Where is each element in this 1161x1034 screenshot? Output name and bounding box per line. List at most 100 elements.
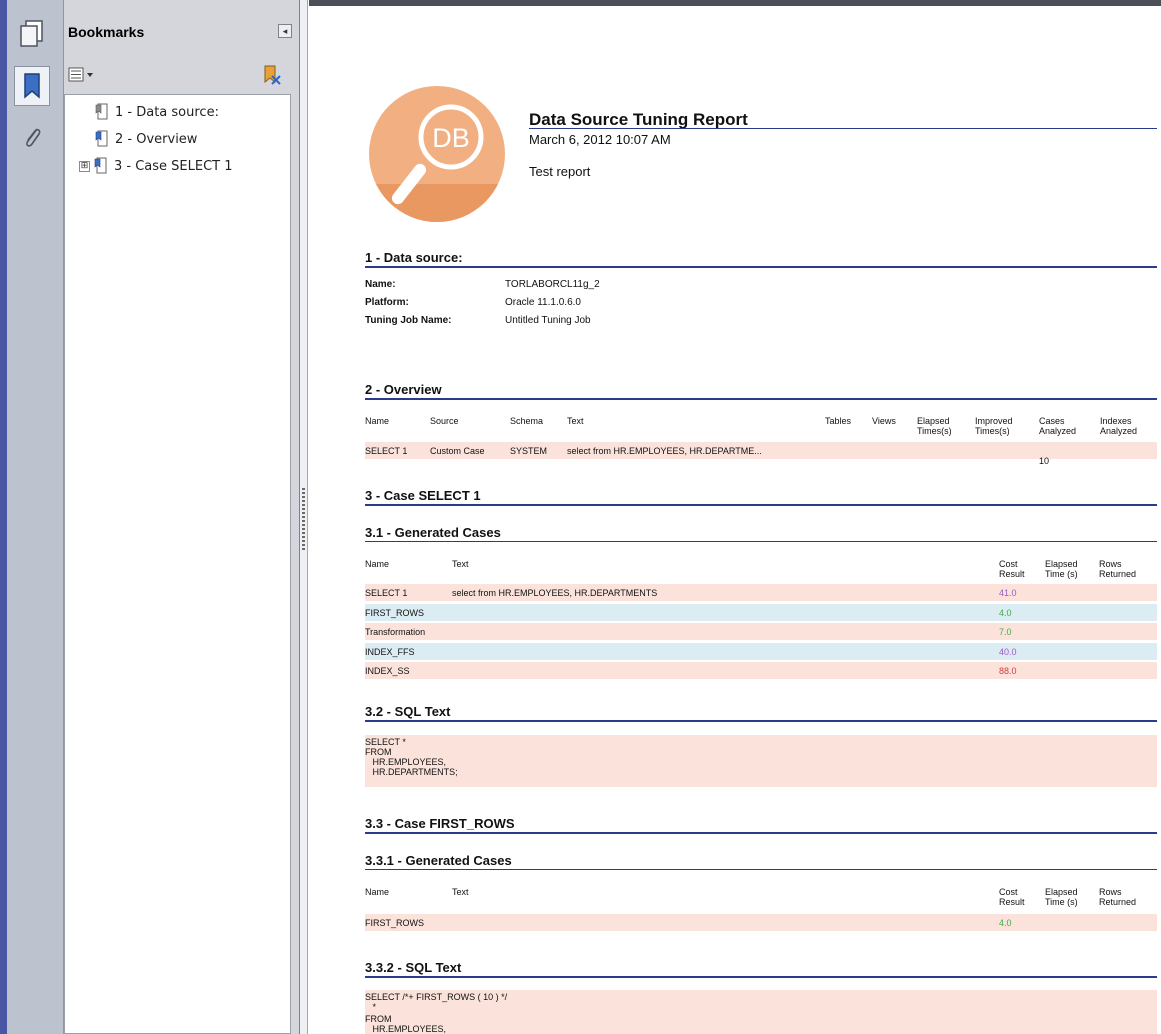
column-header: Improved Times(s) xyxy=(975,416,1013,436)
title-rule xyxy=(529,128,1157,129)
field-label: Tuning Job Name: xyxy=(365,315,452,326)
sql-line: SELECT * xyxy=(365,737,406,747)
cell-source: Custom Case xyxy=(430,446,485,456)
options-button[interactable] xyxy=(68,66,98,84)
column-header: Text xyxy=(452,559,469,569)
bookmark-icon[interactable] xyxy=(14,66,50,106)
bookmark-case-select-1[interactable]: ⊞ 3 - Case SELECT 1 xyxy=(79,155,233,177)
cell-name: FIRST_ROWS xyxy=(365,607,425,618)
section-rule xyxy=(365,398,1157,400)
cell-cost: 7.0 xyxy=(999,627,1012,637)
bookmark-page-icon xyxy=(94,157,107,174)
sql-line: FROM xyxy=(365,1014,392,1024)
column-header: Name xyxy=(365,887,390,897)
report-subtitle: Test report xyxy=(529,164,591,179)
sql-line: SELECT /*+ FIRST_ROWS ( 10 ) */ xyxy=(365,992,508,1002)
field-label: Name: xyxy=(365,279,396,290)
column-header: Cost Result xyxy=(999,559,1025,579)
sql-line: FROM xyxy=(365,747,392,757)
column-header: Rows Returned xyxy=(1099,887,1137,907)
table-row: INDEX_FFS 40.0 xyxy=(365,642,1157,660)
cell-cases: 10 xyxy=(1039,456,1050,466)
column-header: Text xyxy=(567,416,584,426)
column-header: Elapsed Time (s) xyxy=(1045,887,1078,907)
column-header: Rows Returned xyxy=(1099,559,1137,579)
section-overview-heading: 2 - Overview xyxy=(365,382,442,397)
column-header: Views xyxy=(872,416,896,426)
section-rule xyxy=(365,976,1157,978)
section-rule xyxy=(365,504,1157,506)
sql-text-block: SELECT /*+ FIRST_ROWS ( 10 ) */ * FROM H… xyxy=(365,990,1157,1034)
splitter-grip[interactable] xyxy=(302,488,305,550)
column-header: Cost Result xyxy=(999,887,1025,907)
cell-name: SELECT 1 xyxy=(365,446,408,456)
report-title: Data Source Tuning Report xyxy=(529,110,748,129)
cell-cost: 88.0 xyxy=(999,666,1017,676)
logo-text: DB xyxy=(432,123,470,153)
bookmarks-title: Bookmarks xyxy=(68,24,145,40)
bookmark-label: 3 - Case SELECT 1 xyxy=(114,158,233,174)
bookmarks-toolbar xyxy=(64,60,299,90)
cell-schema: SYSTEM xyxy=(510,446,548,456)
options-icon xyxy=(68,67,93,82)
delete-bookmark-icon xyxy=(264,65,281,85)
table-row: FIRST_ROWS 4.0 xyxy=(365,914,1157,931)
panel-splitter[interactable] xyxy=(300,0,308,1034)
generated-cases-heading: 3.1 - Generated Cases xyxy=(365,525,501,540)
sql-line: HR.EMPLOYEES, xyxy=(365,1024,447,1034)
column-header: Elapsed Time (s) xyxy=(1045,559,1078,579)
table-row: FIRST_ROWS 4.0 xyxy=(365,603,1157,621)
document-top-border xyxy=(309,0,1161,6)
sql-text-heading: 3.2 - SQL Text xyxy=(365,704,451,719)
delete-bookmark-button[interactable] xyxy=(260,64,282,86)
cell-cost: 41.0 xyxy=(999,588,1017,598)
cell-cost: 4.0 xyxy=(999,607,1012,618)
pages-icon[interactable] xyxy=(14,14,50,54)
bookmarks-panel: Bookmarks ◂ 1 - Data source: 2 - Overvie… xyxy=(64,0,300,1034)
cell-cost: 4.0 xyxy=(999,918,1012,928)
section-data-source-heading: 1 - Data source: xyxy=(365,250,463,265)
sql-line: HR.DEPARTMENTS; xyxy=(365,767,458,777)
collapse-panel-button[interactable]: ◂ xyxy=(278,24,292,38)
section-rule xyxy=(365,541,1157,542)
column-header: Name xyxy=(365,416,390,426)
bookmark-page-icon xyxy=(95,130,108,147)
column-header: Indexes Analyzed xyxy=(1100,416,1138,436)
field-value: Oracle 11.1.0.6.0 xyxy=(505,297,581,308)
cell-cost: 40.0 xyxy=(999,646,1017,657)
report-date: March 6, 2012 10:07 AM xyxy=(529,132,671,147)
cell-name: Transformation xyxy=(365,627,426,637)
table-row: Transformation 7.0 xyxy=(365,623,1157,640)
cell-name: INDEX_FFS xyxy=(365,646,415,657)
column-header: Source xyxy=(430,416,459,426)
expand-icon[interactable]: ⊞ xyxy=(79,160,90,172)
cell-text: select from HR.EMPLOYEES, HR.DEPARTME... xyxy=(567,446,762,456)
column-header: Elapsed Times(s) xyxy=(917,416,952,436)
navigation-pane-strip xyxy=(0,0,64,1034)
db-logo-icon: DB xyxy=(369,86,505,222)
bookmark-label: 1 - Data source: xyxy=(115,104,219,120)
field-value: Untitled Tuning Job xyxy=(505,315,591,326)
sql-line: HR.EMPLOYEES, xyxy=(365,757,447,767)
sql-line: * xyxy=(365,1002,377,1012)
column-header: Name xyxy=(365,559,390,569)
section-rule xyxy=(365,720,1157,722)
bookmark-overview[interactable]: 2 - Overview xyxy=(95,128,197,150)
bookmark-data-source[interactable]: 1 - Data source: xyxy=(95,101,219,123)
table-row: SELECT 1 Custom Case SYSTEM select from … xyxy=(365,442,1157,466)
column-header: Schema xyxy=(510,416,544,426)
attachment-icon[interactable] xyxy=(14,118,50,158)
bookmark-label: 2 - Overview xyxy=(115,131,198,147)
table-row: SELECT 1 select from HR.EMPLOYEES, HR.DEP… xyxy=(365,584,1157,601)
table-row: INDEX_SS 88.0 xyxy=(365,662,1157,679)
section-rule xyxy=(365,869,1157,870)
section-rule xyxy=(365,266,1157,268)
column-header: Cases Analyzed xyxy=(1039,416,1077,436)
sql-text-block: SELECT * FROM HR.EMPLOYEES, HR.DEPARTMEN… xyxy=(365,735,1157,787)
field-label: Platform: xyxy=(365,297,409,308)
bookmark-page-icon xyxy=(95,103,108,120)
field-value: TORLABORCL11g_2 xyxy=(505,279,600,290)
document-page: DB Data Source Tuning Report March 6, 20… xyxy=(309,0,1161,1034)
column-header: Tables xyxy=(825,416,852,426)
generated-cases-heading: 3.3.1 - Generated Cases xyxy=(365,853,512,868)
